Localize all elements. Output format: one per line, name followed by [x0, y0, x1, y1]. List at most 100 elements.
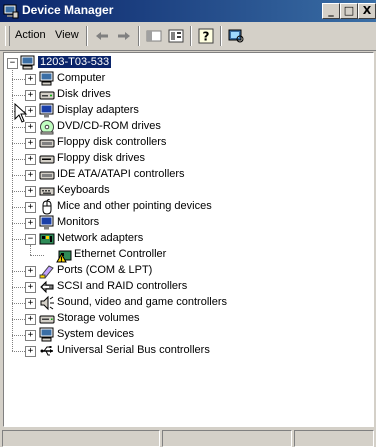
- tree-item-label: SCSI and RAID controllers: [57, 280, 188, 292]
- expand-toggle[interactable]: +: [25, 266, 36, 277]
- toolbar-separator: [190, 26, 192, 46]
- tree-item[interactable]: + Universal Serial Bus controllers: [4, 343, 364, 359]
- mouse-icon: [42, 199, 52, 215]
- sound-icon: [40, 295, 54, 311]
- tree-item[interactable]: + System devices: [4, 327, 364, 343]
- action-menu-label: Action: [15, 29, 46, 41]
- toolbar-separator: [220, 26, 222, 46]
- maximize-button[interactable]: □: [340, 3, 358, 19]
- expand-toggle[interactable]: +: [25, 74, 36, 85]
- scan-hardware-icon[interactable]: [227, 28, 245, 44]
- expand-toggle[interactable]: +: [25, 170, 36, 181]
- expand-toggle[interactable]: +: [25, 314, 36, 325]
- tree-item-label: Disk drives: [57, 88, 111, 100]
- tree-item[interactable]: + IDE ATA/ATAPI controllers: [4, 167, 364, 183]
- tree-item-label: Computer: [57, 72, 106, 84]
- tree-item-label: Universal Serial Bus controllers: [57, 344, 210, 356]
- action-menu[interactable]: Action: [15, 29, 46, 41]
- keyboard-icon: [39, 187, 55, 196]
- computer-icon: [39, 71, 54, 86]
- title-bar[interactable]: Device Manager _ □ X: [0, 0, 376, 22]
- tree-item[interactable]: + Disk drives: [4, 87, 364, 103]
- storage-icon: [39, 315, 55, 324]
- collapse-toggle[interactable]: −: [7, 58, 18, 69]
- status-bar: [0, 428, 376, 447]
- tree-item-label: Display adapters: [57, 104, 139, 116]
- expand-toggle[interactable]: +: [25, 218, 36, 229]
- expand-toggle[interactable]: +: [25, 282, 36, 293]
- tree-item[interactable]: + Floppy disk drives: [4, 151, 364, 167]
- expand-toggle[interactable]: +: [25, 298, 36, 309]
- tree-child-item[interactable]: ! Ethernet Controller: [4, 247, 364, 263]
- tree-item-label: Storage volumes: [57, 312, 140, 324]
- expand-toggle[interactable]: +: [25, 330, 36, 341]
- expand-toggle[interactable]: +: [25, 186, 36, 197]
- monitor-icon: [39, 215, 54, 230]
- window-title: Device Manager: [22, 3, 114, 17]
- tree-item[interactable]: + DVD/CD-ROM drives: [4, 119, 364, 135]
- tree-item[interactable]: + Mice and other pointing devices: [4, 199, 364, 215]
- expand-toggle[interactable]: +: [25, 122, 36, 133]
- expand-toggle[interactable]: +: [25, 202, 36, 213]
- tree-item[interactable]: + SCSI and RAID controllers: [4, 279, 364, 295]
- expand-toggle[interactable]: +: [25, 90, 36, 101]
- tree-item[interactable]: + Storage volumes: [4, 311, 364, 327]
- mouse-pointer-icon: [14, 103, 28, 123]
- minimize-button[interactable]: _: [322, 3, 340, 19]
- view-menu-label: View: [55, 29, 79, 41]
- tree-connector: [30, 255, 44, 256]
- computer-icon: [20, 55, 35, 70]
- close-button[interactable]: X: [358, 3, 376, 19]
- tree-item-label: Monitors: [57, 216, 100, 228]
- tree-item-label: Keyboards: [57, 184, 110, 196]
- tree-item[interactable]: + Ports (COM & LPT): [4, 263, 364, 279]
- tree-item-label: IDE ATA/ATAPI controllers: [57, 168, 185, 180]
- tree-item[interactable]: − Network adapters: [4, 231, 364, 247]
- tree-item[interactable]: + Sound, video and game controllers: [4, 295, 364, 311]
- tree-item[interactable]: + Monitors: [4, 215, 364, 231]
- expand-toggle[interactable]: +: [25, 346, 36, 357]
- show-hide-tree-icon[interactable]: [145, 28, 163, 44]
- toolbar: Action View ?: [0, 22, 376, 51]
- status-cell-main: [2, 430, 160, 447]
- tree-item-label: DVD/CD-ROM drives: [57, 120, 161, 132]
- tree-item-label: Mice and other pointing devices: [57, 200, 212, 212]
- cdrom-icon: [40, 120, 54, 135]
- controller-icon: [39, 139, 55, 148]
- tree-item[interactable]: + Keyboards: [4, 183, 364, 199]
- computer-icon: [39, 327, 54, 342]
- view-menu[interactable]: View: [55, 29, 79, 41]
- tree-item-label: System devices: [57, 328, 135, 340]
- device-manager-icon: [3, 4, 19, 19]
- status-cell-tertiary: [294, 430, 374, 447]
- tree-item-label: Ports (COM & LPT): [57, 264, 153, 276]
- status-cell-secondary: [162, 430, 292, 447]
- properties-icon[interactable]: [167, 28, 185, 44]
- usb-icon: [40, 346, 53, 356]
- disk-drive-icon: [39, 91, 55, 100]
- network-adapter-icon: [39, 233, 55, 245]
- help-icon[interactable]: ?: [197, 28, 215, 44]
- tree-item-label: Network adapters: [57, 232, 144, 244]
- collapse-toggle[interactable]: −: [25, 234, 36, 245]
- scsi-icon: [40, 280, 54, 294]
- port-icon: [39, 265, 54, 279]
- tree-child-item-label: Ethernet Controller: [74, 248, 167, 260]
- device-tree[interactable]: − 1203-T03-533 + Computer + Disk drives + Dis…: [3, 52, 374, 427]
- tree-root[interactable]: − 1203-T03-533: [4, 55, 364, 71]
- back-icon[interactable]: [93, 28, 111, 44]
- controller-icon: [39, 171, 55, 180]
- toolbar-separator: [138, 26, 140, 46]
- tree-root-label: 1203-T03-533: [38, 56, 112, 68]
- tree-item[interactable]: + Floppy disk controllers: [4, 135, 364, 151]
- tree-item-label: Sound, video and game controllers: [57, 296, 227, 308]
- toolbar-separator: [86, 26, 88, 46]
- expand-toggle[interactable]: +: [25, 154, 36, 165]
- tree-item-label: Floppy disk drives: [57, 152, 146, 164]
- forward-icon[interactable]: [115, 28, 133, 44]
- tree-item[interactable]: + Display adapters: [4, 103, 364, 119]
- tree-item-label: Floppy disk controllers: [57, 136, 167, 148]
- tree-item[interactable]: + Computer: [4, 71, 364, 87]
- device-manager-window: Device Manager _ □ X Action View ? − 120…: [0, 0, 376, 447]
- expand-toggle[interactable]: +: [25, 138, 36, 149]
